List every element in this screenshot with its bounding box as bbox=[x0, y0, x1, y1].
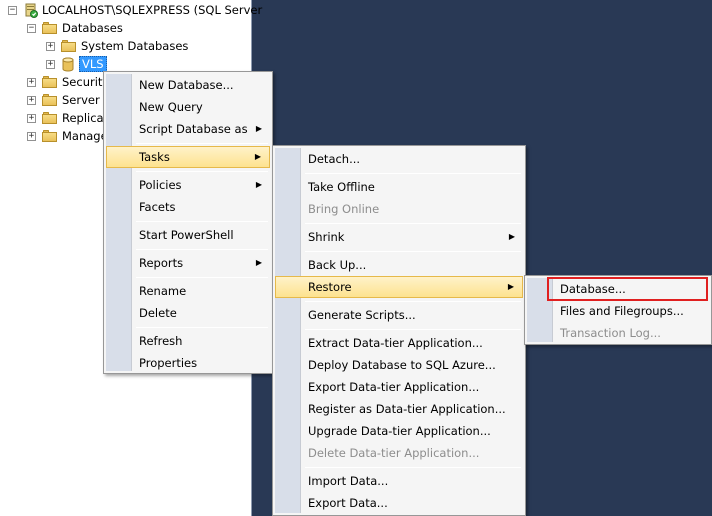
annotation-highlight-box bbox=[547, 277, 708, 301]
menu-item-import-data[interactable]: Import Data... bbox=[275, 470, 523, 492]
folder-icon bbox=[42, 94, 58, 106]
menu-separator bbox=[136, 143, 268, 144]
tree-node-databases[interactable]: − Databases bbox=[27, 19, 123, 37]
menu-item-policies[interactable]: Policies ▶ bbox=[106, 174, 270, 196]
menu-separator bbox=[305, 467, 521, 468]
menu-item-new-database[interactable]: New Database... bbox=[106, 74, 270, 96]
management-label: Manage bbox=[62, 129, 108, 143]
menu-separator bbox=[136, 221, 268, 222]
menu-separator bbox=[305, 301, 521, 302]
expand-icon[interactable]: + bbox=[27, 95, 36, 105]
menu-item-take-offline[interactable]: Take Offline bbox=[275, 176, 523, 198]
submenu-arrow-icon: ▶ bbox=[508, 232, 515, 241]
submenu-arrow-icon: ▶ bbox=[507, 282, 514, 291]
tasks-submenu: Detach... Take Offline Bring Online Shri… bbox=[272, 145, 526, 516]
menu-separator bbox=[305, 223, 521, 224]
menu-item-back-up[interactable]: Back Up... bbox=[275, 254, 523, 276]
menu-separator bbox=[305, 329, 521, 330]
submenu-arrow-icon: ▶ bbox=[254, 152, 261, 161]
menu-item-transaction-log: Transaction Log... bbox=[560, 326, 661, 340]
menu-item-refresh[interactable]: Refresh bbox=[106, 330, 270, 352]
system-databases-label: System Databases bbox=[81, 39, 189, 53]
menu-item-delete[interactable]: Delete bbox=[106, 302, 270, 324]
menu-separator bbox=[136, 277, 268, 278]
database-icon bbox=[62, 57, 74, 71]
expand-icon[interactable]: + bbox=[27, 113, 36, 123]
menu-item-rename[interactable]: Rename bbox=[106, 280, 270, 302]
expand-icon[interactable]: + bbox=[27, 131, 36, 141]
tree-node-management[interactable]: + Manage bbox=[27, 127, 108, 145]
folder-icon bbox=[42, 112, 58, 124]
vls-label: VLS bbox=[79, 56, 107, 72]
folder-icon bbox=[42, 130, 58, 142]
menu-separator bbox=[305, 173, 521, 174]
server-icon bbox=[25, 3, 38, 18]
menu-item-shrink[interactable]: Shrink ▶ bbox=[275, 226, 523, 248]
menu-item-tasks[interactable]: Tasks ▶ bbox=[106, 146, 270, 168]
folder-icon bbox=[42, 22, 58, 34]
collapse-icon[interactable]: − bbox=[8, 5, 17, 15]
menu-item-script-database-as[interactable]: Script Database as ▶ bbox=[106, 118, 270, 140]
menu-item-extract-data-tier[interactable]: Extract Data-tier Application... bbox=[275, 332, 523, 354]
database-context-menu: New Database... New Query Script Databas… bbox=[103, 71, 273, 374]
menu-separator bbox=[136, 249, 268, 250]
menu-item-restore[interactable]: Restore ▶ bbox=[275, 276, 523, 298]
menu-item-start-powershell[interactable]: Start PowerShell bbox=[106, 224, 270, 246]
tree-node-system-databases[interactable]: + System Databases bbox=[46, 37, 188, 55]
tree-node-server-objects[interactable]: + Server O bbox=[27, 91, 112, 109]
tree-node-vls[interactable]: + VLS bbox=[46, 55, 107, 73]
menu-item-register-data-tier[interactable]: Register as Data-tier Application... bbox=[275, 398, 523, 420]
menu-item-properties[interactable]: Properties bbox=[106, 352, 270, 374]
menu-item-facets[interactable]: Facets bbox=[106, 196, 270, 218]
menu-item-upgrade-data-tier[interactable]: Upgrade Data-tier Application... bbox=[275, 420, 523, 442]
menu-separator bbox=[136, 327, 268, 328]
expand-icon[interactable]: + bbox=[46, 41, 55, 51]
menu-item-export-data[interactable]: Export Data... bbox=[275, 492, 523, 514]
submenu-arrow-icon: ▶ bbox=[255, 180, 262, 189]
collapse-icon[interactable]: − bbox=[27, 23, 36, 33]
tree-node-replication[interactable]: + Replicati bbox=[27, 109, 111, 127]
expand-icon[interactable]: + bbox=[46, 59, 55, 69]
menu-item-export-data-tier[interactable]: Export Data-tier Application... bbox=[275, 376, 523, 398]
server-label: LOCALHOST\SQLEXPRESS (SQL Server bbox=[42, 3, 263, 17]
menu-separator bbox=[136, 171, 268, 172]
expand-icon[interactable]: + bbox=[27, 77, 36, 87]
submenu-arrow-icon: ▶ bbox=[255, 258, 262, 267]
folder-icon bbox=[42, 76, 58, 88]
menu-item-generate-scripts[interactable]: Generate Scripts... bbox=[275, 304, 523, 326]
menu-item-delete-data-tier: Delete Data-tier Application... bbox=[308, 446, 480, 460]
submenu-arrow-icon: ▶ bbox=[255, 124, 262, 133]
menu-item-bring-online: Bring Online bbox=[308, 202, 380, 216]
menu-item-new-query[interactable]: New Query bbox=[106, 96, 270, 118]
menu-item-files-and-filegroups[interactable]: Files and Filegroups... bbox=[527, 300, 709, 322]
menu-item-deploy-azure[interactable]: Deploy Database to SQL Azure... bbox=[275, 354, 523, 376]
databases-label: Databases bbox=[62, 21, 123, 35]
folder-icon bbox=[61, 40, 77, 52]
menu-separator bbox=[305, 251, 521, 252]
tree-node-server[interactable]: − LOCALHOST\SQLEXPRESS (SQL Server bbox=[8, 1, 262, 19]
tree-node-security[interactable]: + Security bbox=[27, 73, 109, 91]
menu-item-detach[interactable]: Detach... bbox=[275, 148, 523, 170]
menu-item-reports[interactable]: Reports ▶ bbox=[106, 252, 270, 274]
